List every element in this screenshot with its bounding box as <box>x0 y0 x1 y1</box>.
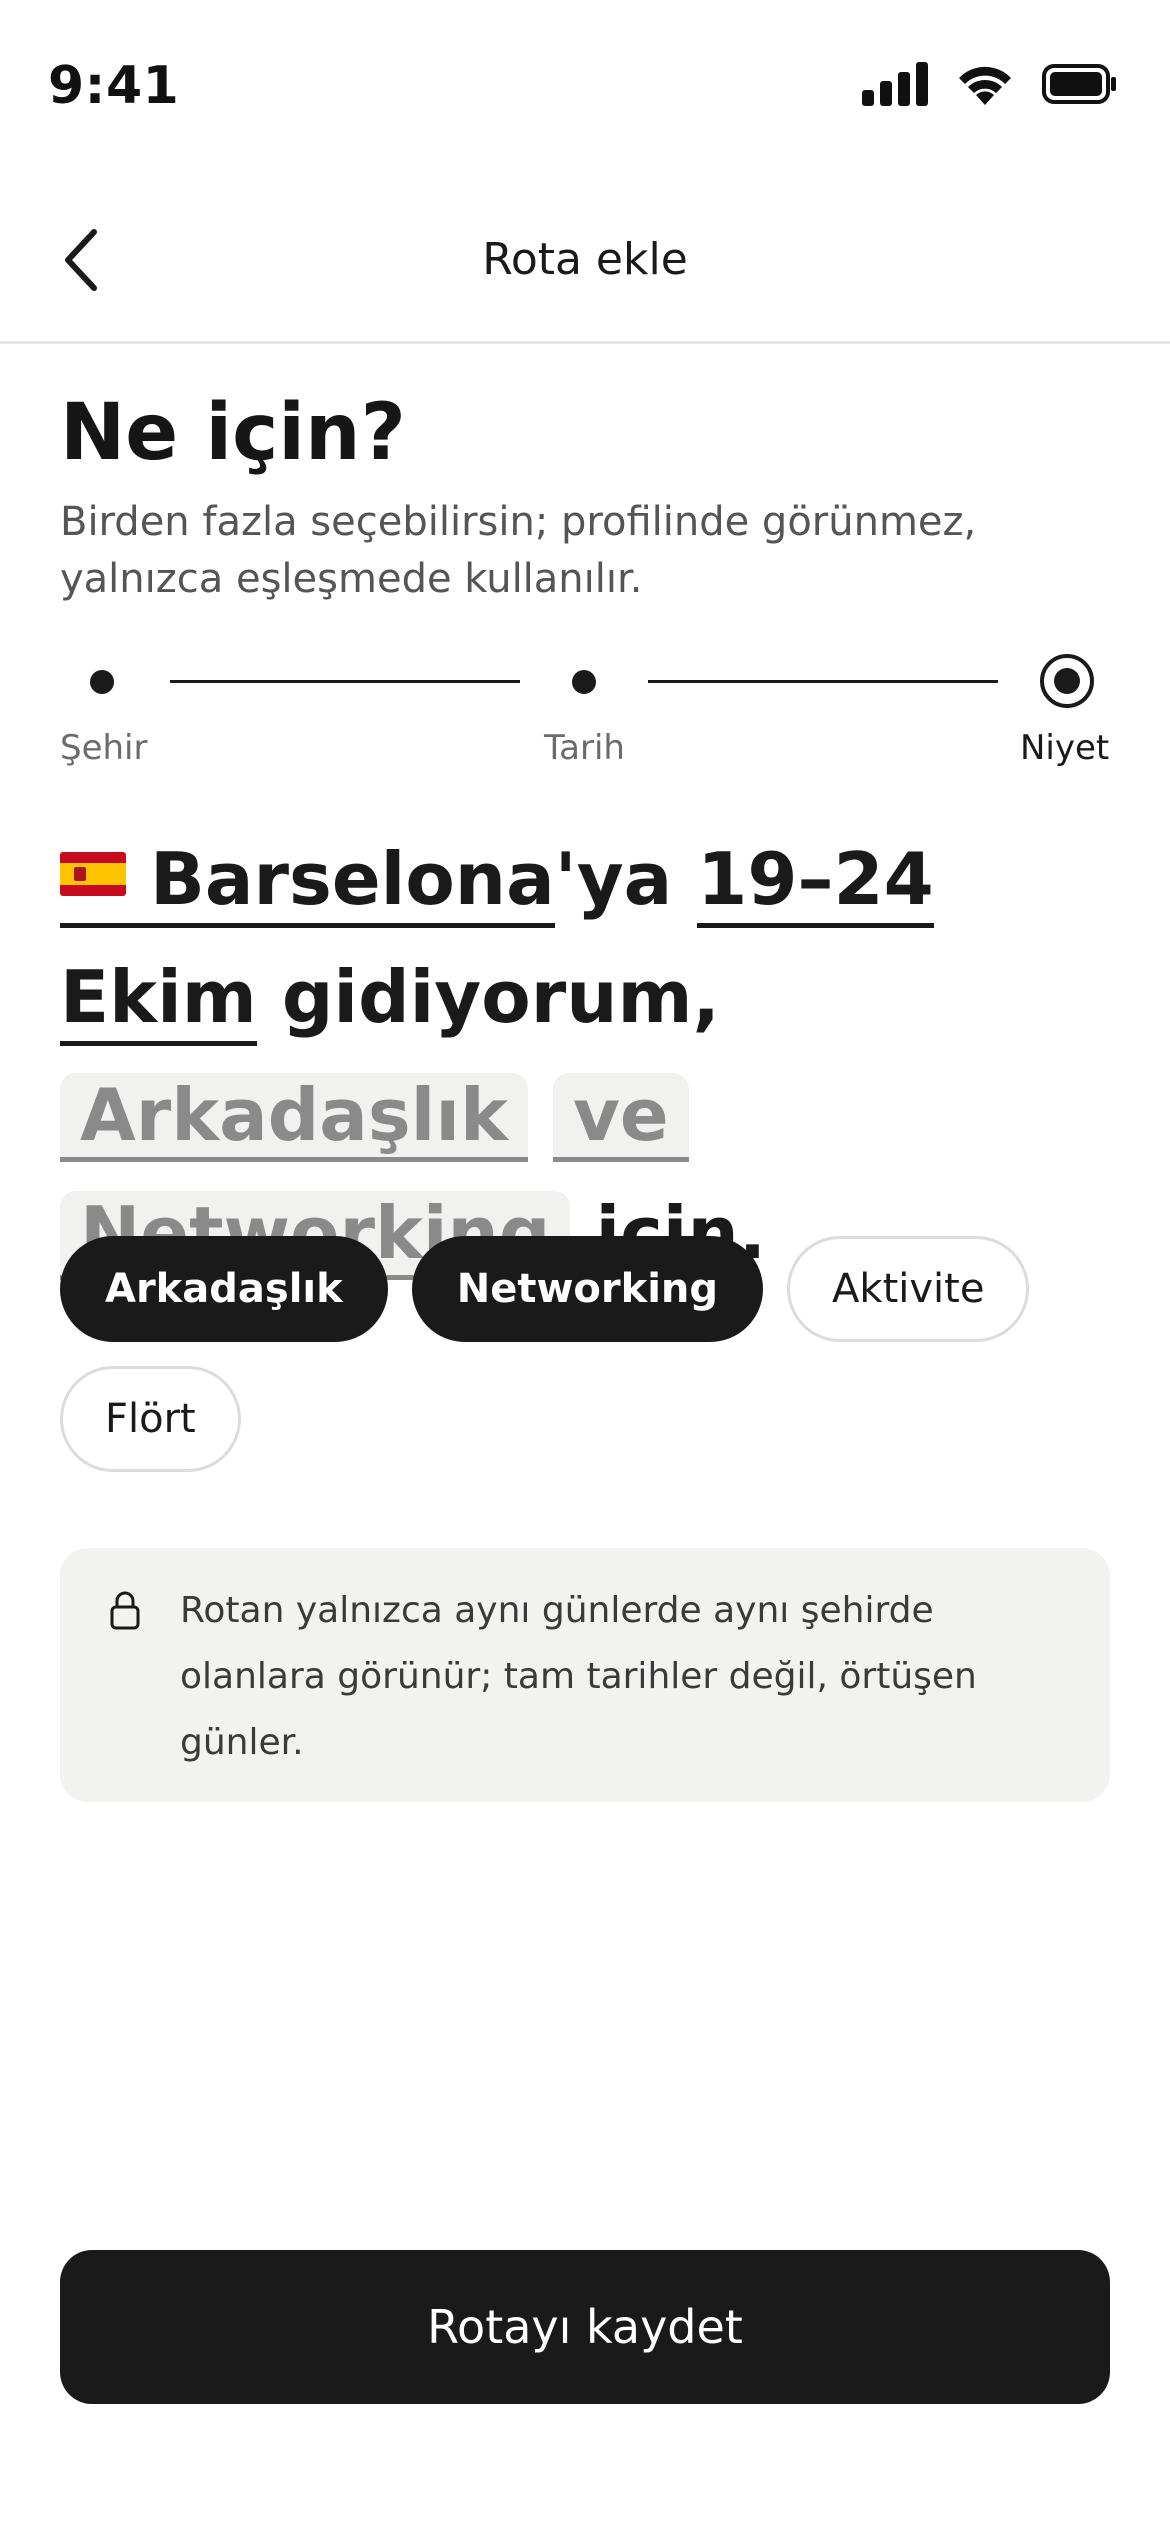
step-label-city: Şehir <box>60 728 148 768</box>
wifi-icon <box>959 66 1011 105</box>
nav-bar: Rota ekle <box>0 190 1170 344</box>
step-connector <box>170 680 520 683</box>
privacy-info-text: Rotan yalnızca aynı günlerde aynı şehird… <box>180 1590 977 1763</box>
step-connector <box>648 680 998 683</box>
privacy-info-box: Rotan yalnızca aynı günlerde aynı şehird… <box>60 1548 1110 1802</box>
city-value: Barselona <box>150 837 555 921</box>
chip-arkadaslik[interactable]: Arkadaşlık <box>60 1236 388 1342</box>
intent-field-1[interactable]: Arkadaşlık <box>60 1073 528 1162</box>
chip-flort[interactable]: Flört <box>60 1366 241 1472</box>
save-route-button[interactable]: Rotayı kaydet <box>60 2250 1110 2404</box>
spain-flag-icon <box>60 852 126 896</box>
step-label-intent: Niyet <box>1020 728 1110 768</box>
conjunction-field: ve <box>553 1073 689 1162</box>
city-suffix: 'ya <box>554 837 673 921</box>
step-label-date: Tarih <box>544 728 625 768</box>
step-dot-city <box>90 670 114 694</box>
page-title: Ne için? <box>60 388 406 478</box>
lock-icon <box>110 1591 140 1630</box>
cellular-signal-icon <box>862 62 928 106</box>
status-bar: 9:41 <box>0 0 1170 170</box>
page-subtitle: Birden fazla seçebilirsin; profilinde gö… <box>60 499 977 602</box>
step-dot-intent-active <box>1040 654 1094 708</box>
sentence-verb: gidiyorum, <box>281 955 720 1039</box>
status-time: 9:41 <box>48 56 180 116</box>
battery-icon <box>1042 64 1116 104</box>
city-field[interactable]: Barselona <box>60 837 555 928</box>
trip-sentence: Barselona'ya 19–24 Ekim gidiyorum, Arkad… <box>60 820 1120 1292</box>
intent-chips: Arkadaşlık Networking Aktivite Flört <box>60 1236 1120 1472</box>
step-dot-date <box>572 670 596 694</box>
chip-aktivite[interactable]: Aktivite <box>787 1236 1030 1342</box>
status-icons <box>862 62 1118 106</box>
progress-stepper: Şehir Tarih Niyet <box>0 650 1170 770</box>
chip-networking[interactable]: Networking <box>411 1236 764 1342</box>
nav-title: Rota ekle <box>482 234 688 285</box>
